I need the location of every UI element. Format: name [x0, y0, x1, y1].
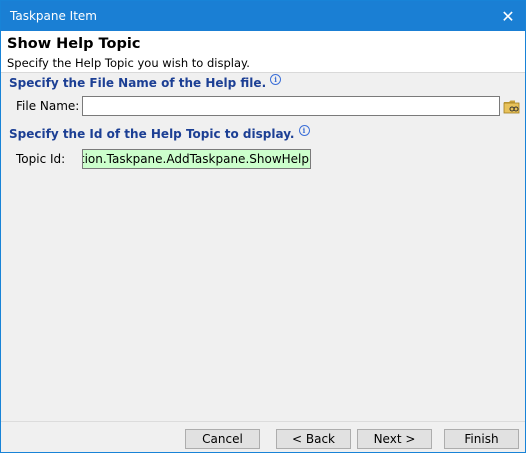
- next-button[interactable]: Next >: [357, 429, 432, 449]
- file-section-heading: Specify the File Name of the Help file. i: [9, 74, 282, 90]
- cancel-button[interactable]: Cancel: [185, 429, 260, 449]
- topic-id-input[interactable]: entation.Taskpane.AddTaskpane.ShowHelp: [82, 149, 311, 169]
- topic-id-label: Topic Id:: [16, 152, 66, 166]
- info-icon[interactable]: i: [298, 125, 310, 136]
- footer-divider: [1, 421, 525, 422]
- back-button[interactable]: < Back: [276, 429, 351, 449]
- title-bar: Taskpane Item ✕: [1, 1, 525, 31]
- page-title: Show Help Topic: [7, 36, 141, 52]
- dialog-window: Taskpane Item ✕ Show Help Topic Specify …: [0, 0, 526, 453]
- close-icon[interactable]: ✕: [491, 1, 525, 31]
- window-title: Taskpane Item: [10, 9, 97, 23]
- page-subtitle: Specify the Help Topic you wish to displ…: [7, 56, 250, 70]
- topic-section-heading: Specify the Id of the Help Topic to disp…: [9, 125, 310, 141]
- file-name-input[interactable]: [82, 96, 500, 116]
- folder-browse-icon[interactable]: [503, 98, 521, 114]
- finish-button[interactable]: Finish: [444, 429, 519, 449]
- wizard-header: Show Help Topic Specify the Help Topic y…: [1, 31, 525, 73]
- topic-id-value: entation.Taskpane.AddTaskpane.ShowHelp: [82, 152, 309, 166]
- file-section-heading-text: Specify the File Name of the Help file.: [9, 76, 267, 90]
- topic-section-heading-text: Specify the Id of the Help Topic to disp…: [9, 127, 295, 141]
- info-icon[interactable]: i: [270, 74, 282, 85]
- file-name-label: File Name:: [16, 99, 80, 113]
